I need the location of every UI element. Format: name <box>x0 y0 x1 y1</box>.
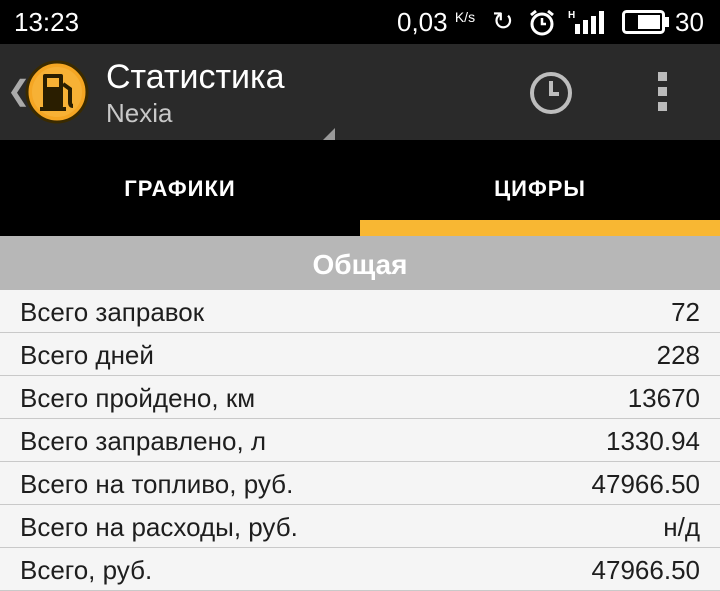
stat-label: Всего пройдено, км <box>20 383 256 413</box>
signal-icon <box>575 11 604 34</box>
stat-row: Всего, руб. 47966.50 <box>0 548 720 591</box>
stat-value: н/д <box>663 512 700 542</box>
network-speed-value: 0,03 <box>397 7 448 37</box>
sync-icon: ↻ <box>492 6 514 36</box>
stat-value: 13670 <box>627 383 700 413</box>
fuel-pump-icon[interactable] <box>25 60 89 124</box>
screen-title: Статистика <box>106 58 285 96</box>
overflow-menu-icon[interactable] <box>648 72 678 112</box>
network-speed-unit: K/s <box>454 9 476 25</box>
stat-value: 228 <box>656 340 700 370</box>
stat-row: Всего дней 228 <box>0 333 720 376</box>
stat-label: Всего, руб. <box>20 555 153 585</box>
tab-graphs[interactable]: ГРАФИКИ <box>0 140 360 236</box>
stat-value: 47966.50 <box>591 555 700 585</box>
stat-label: Всего заправлено, л <box>20 426 267 456</box>
stat-value: 1330.94 <box>606 426 700 456</box>
stat-row: Всего на топливо, руб. 47966.50 <box>0 462 720 505</box>
stat-row: Всего заправлено, л 1330.94 <box>0 419 720 462</box>
stat-row: Всего заправок 72 <box>0 290 720 333</box>
stat-label: Всего на расходы, руб. <box>20 512 298 542</box>
tab-bar: ГРАФИКИ ЦИФРЫ <box>0 140 720 236</box>
stats-list: Всего заправок 72 Всего дней 228 Всего п… <box>0 290 720 591</box>
tab-figures[interactable]: ЦИФРЫ <box>360 140 720 236</box>
section-header: Общая <box>0 236 720 290</box>
stat-label: Всего дней <box>20 340 154 370</box>
battery-icon <box>622 10 669 34</box>
action-bar: ❮ Статистика Nexia <box>0 44 720 152</box>
stat-label: Всего заправок <box>20 297 205 327</box>
stat-row: Всего на расходы, руб. н/д <box>0 505 720 548</box>
status-bar: 13:23 0,03 K/s ↻ H 30 <box>0 0 720 44</box>
stat-label: Всего на топливо, руб. <box>20 469 294 499</box>
stat-row: Всего пройдено, км 13670 <box>0 376 720 419</box>
history-clock-icon[interactable] <box>528 70 574 116</box>
vehicle-selector[interactable]: Nexia <box>106 98 172 129</box>
alarm-icon <box>530 9 554 36</box>
status-time: 13:23 <box>14 7 80 37</box>
battery-percent: 30 <box>675 7 704 37</box>
stat-value: 72 <box>671 297 700 327</box>
stat-value: 47966.50 <box>591 469 700 499</box>
network-speed: 0,03 K/s <box>397 7 475 38</box>
